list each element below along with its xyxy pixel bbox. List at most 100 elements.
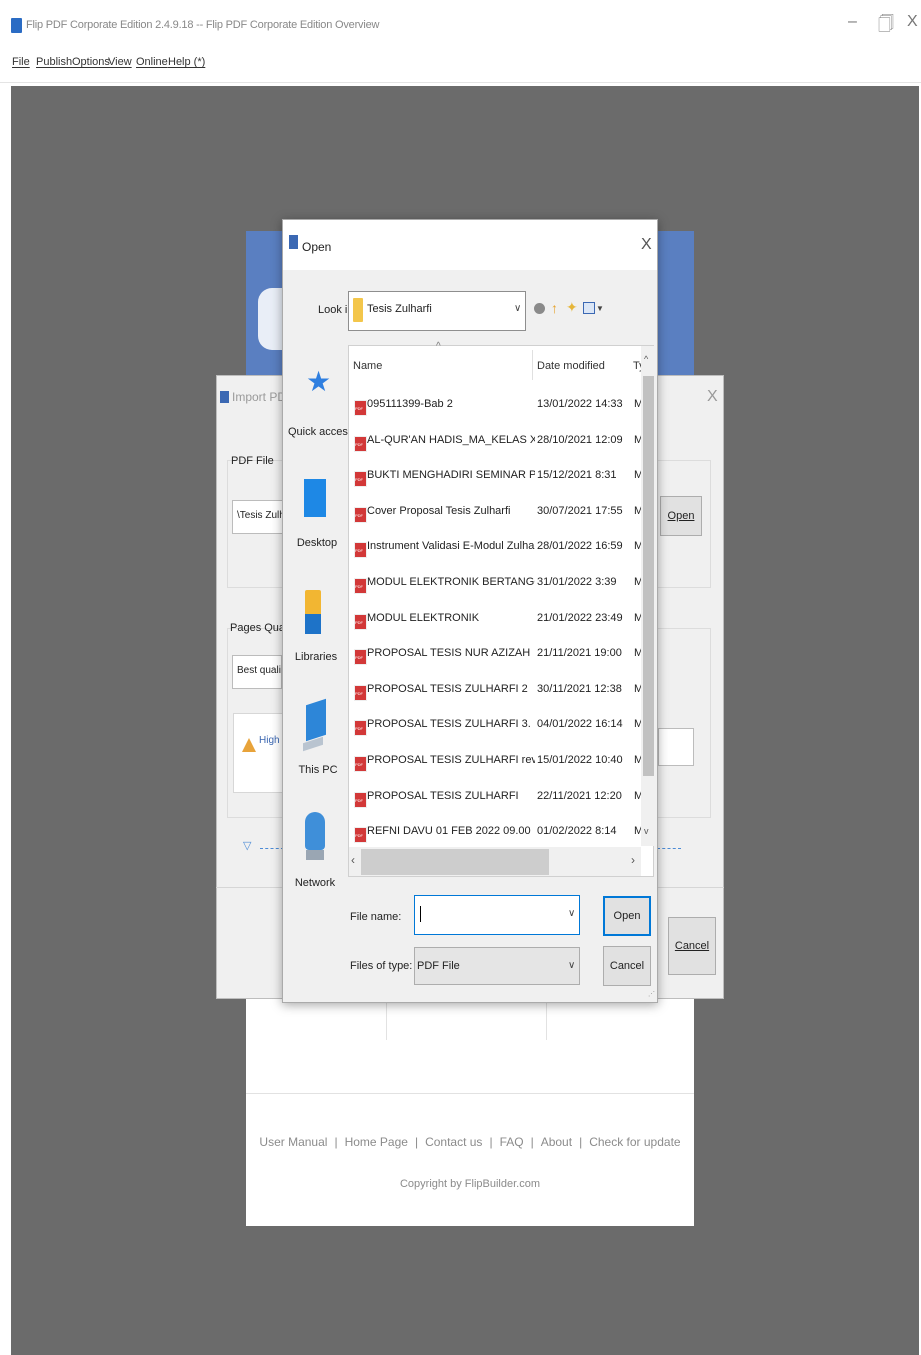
chevron-down-icon[interactable]: ▼ [596,304,604,313]
new-folder-icon[interactable]: ✦ [566,299,578,316]
file-date: 15/01/2022 10:40 [537,754,623,766]
menu-online[interactable]: Online [136,56,168,68]
vertical-scroll-thumb[interactable] [643,376,654,776]
menu-file[interactable]: File [12,56,30,68]
column-divider[interactable] [532,350,533,380]
open-dialog-title: Open [302,240,332,254]
open-dialog-icon [289,235,298,249]
file-row[interactable]: PROPOSAL TESIS ZULHARFI revisi setelah s… [350,749,643,783]
open-close-button[interactable]: X [641,236,652,254]
files-of-type-label: Files of type: [350,960,413,972]
files-of-type-value: PDF File [417,960,460,972]
import-cancel-button[interactable]: Cancel [668,917,716,975]
overview-separator [246,1093,694,1094]
scroll-left-icon[interactable]: ‹ [351,853,355,867]
advanced-toggle-icon[interactable]: ▽ [243,839,251,852]
quality-note-box [233,713,285,793]
file-row[interactable]: MODUL ELEKTRONIK BERTANGGUNG JAWA...31/0… [350,571,643,605]
link-home-page[interactable]: Home Page [345,1135,408,1149]
pdf-file-icon [354,685,367,701]
file-name: PROPOSAL TESIS NUR AZIZAH [367,647,531,659]
file-name: REFNI DAVU 01 FEB 2022 09.00 [367,825,531,837]
file-name-input[interactable] [414,895,580,935]
pdf-file-icon [354,720,367,736]
file-date: 21/11/2021 19:00 [537,647,622,659]
place-desktop[interactable]: Desktop [287,537,347,549]
menu-options[interactable]: Options [72,56,110,68]
quality-select[interactable]: Best quality, l [232,655,282,689]
view-menu-icon[interactable] [583,302,595,314]
folder-icon [353,298,363,322]
window-title: Flip PDF Corporate Edition 2.4.9.18 -- F… [26,19,380,31]
file-row[interactable]: PROPOSAL TESIS NUR AZIZAH 21/11/2021 19:0… [350,642,643,676]
restore-button[interactable]: 🗍 [878,13,894,40]
app-icon [11,18,22,33]
link-check-update[interactable]: Check for update [589,1135,680,1149]
up-folder-icon[interactable]: ↑ [551,300,558,316]
sort-caret-icon: ^ [436,341,441,352]
star-icon[interactable]: ★ [306,365,331,398]
column-header-name[interactable]: Name [353,360,382,372]
copyright-text: Copyright by FlipBuilder.com [399,1178,540,1190]
file-date: 30/07/2021 17:55 [537,505,623,517]
divider [260,848,284,849]
place-this-pc[interactable]: This PC [288,764,348,776]
minimize-button[interactable]: – [848,13,857,31]
import-size-input[interactable] [658,728,694,766]
chevron-down-icon: ∨ [568,960,576,971]
resize-grip-icon[interactable]: ⋰ [648,990,655,998]
link-contact-us[interactable]: Contact us [425,1135,482,1149]
network-icon [306,850,324,860]
import-open-button[interactable]: Open [660,496,702,536]
chevron-down-icon: ∨ [514,303,522,314]
file-row[interactable]: BUKTI MENGHADIRI SEMINAR PROPOSAL15/12/2… [350,464,643,498]
file-date: 22/11/2021 12:20 [537,790,622,802]
cancel-button[interactable]: Cancel [603,946,651,986]
file-date: 30/11/2021 12:38 [537,683,622,695]
menu-help[interactable]: Help (*) [168,56,205,68]
scroll-right-icon[interactable]: › [631,853,635,867]
column-header-date[interactable]: Date modified [537,360,605,372]
pdf-file-icon [354,827,367,843]
file-row[interactable]: PROPOSAL TESIS ZULHARFI 3. 04/01/2022 16:… [350,713,643,747]
divider [657,848,681,849]
file-row[interactable]: Instrument Validasi E-Modul Zulharfi28/0… [350,535,643,569]
desktop-icon[interactable] [304,479,326,517]
computer-icon[interactable] [306,698,326,742]
place-libraries[interactable]: Libraries [286,651,346,663]
file-name: BUKTI MENGHADIRI SEMINAR PROPOSAL [367,469,535,481]
import-dialog-icon [220,391,229,403]
file-row[interactable]: PROPOSAL TESIS ZULHARFI22/11/2021 12:20M [350,785,643,819]
file-row[interactable]: 095111399-Bab 213/01/2022 14:33M [350,393,643,427]
scroll-down-icon[interactable]: v [644,826,649,836]
pdf-file-icon [354,649,367,665]
open-button[interactable]: Open [603,896,651,936]
file-date: 21/01/2022 23:49 [537,612,623,624]
horizontal-scroll-thumb[interactable] [361,849,549,875]
file-name: PROPOSAL TESIS ZULHARFI [367,790,519,802]
link-faq[interactable]: FAQ [500,1135,524,1149]
pdf-file-icon [354,614,367,630]
file-name: Cover Proposal Tesis Zulharfi [367,505,511,517]
file-row[interactable]: PROPOSAL TESIS ZULHARFI 2 30/11/2021 12:3… [350,678,643,712]
place-network[interactable]: Network [285,877,345,889]
menu-publish[interactable]: Publish [36,56,72,68]
file-date: 01/02/2022 8:14 [537,825,617,837]
back-icon[interactable] [534,303,545,314]
network-icon[interactable] [305,812,325,850]
file-row[interactable]: Cover Proposal Tesis Zulharfi 30/07/2021 … [350,500,643,534]
warning-icon [242,738,256,752]
place-quick-access[interactable]: Quick access [288,426,353,438]
import-close-button[interactable]: X [707,388,718,406]
file-row[interactable]: MODUL ELEKTRONIK21/01/2022 23:49M [350,607,643,641]
scroll-up-icon[interactable]: ^ [644,354,648,364]
link-about[interactable]: About [541,1135,572,1149]
file-name: AL-QUR'AN HADIS_MA_KELAS XI_KSKK_202... [367,434,535,446]
file-name: MODUL ELEKTRONIK BERTANGGUNG JAWA... [367,576,535,588]
file-row[interactable]: AL-QUR'AN HADIS_MA_KELAS XI_KSKK_202...2… [350,429,643,463]
close-button[interactable]: X [907,13,918,31]
menu-view[interactable]: View [108,56,132,68]
link-user-manual[interactable]: User Manual [259,1135,327,1149]
libraries-icon [305,614,321,634]
chevron-down-icon[interactable]: ∨ [568,908,575,919]
